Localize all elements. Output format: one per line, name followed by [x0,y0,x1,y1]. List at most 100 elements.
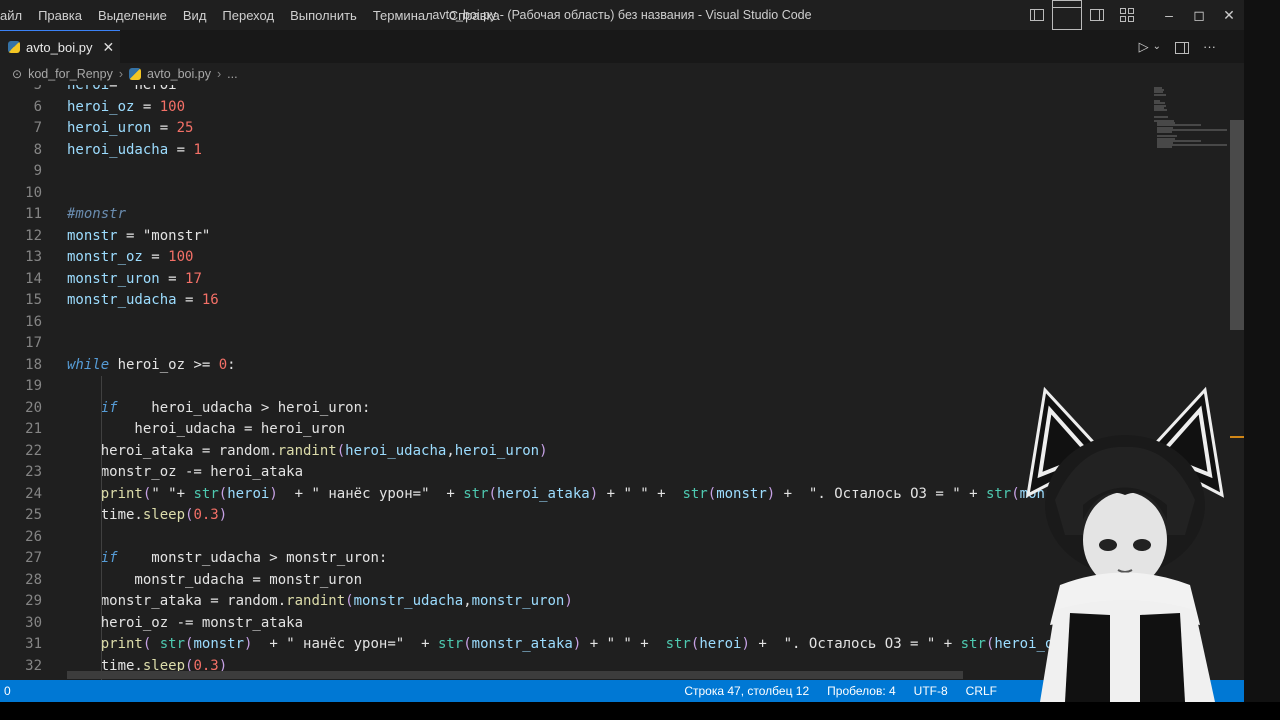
tab-close-icon[interactable]: ✕ [103,39,115,56]
code-token: : [227,356,236,373]
scrollbar-thumb[interactable] [1230,120,1244,330]
code-line[interactable]: 11 #monstr [0,204,1150,226]
code-line[interactable]: 31 print( str(monstr) + " нанёс урон=" +… [0,634,1150,656]
code-token: + [404,636,438,652]
toggle-sidebar-button[interactable] [1022,0,1052,30]
menu-terminal[interactable]: Терминал [365,8,441,23]
minimap-line [1154,109,1167,111]
tab-bar: avto_boi.py ✕ ▷ ⌄ ··· [0,30,1244,63]
status-cursor-position[interactable]: Строка 47, столбец 12 [675,684,818,698]
close-window-button[interactable]: ✕ [1214,0,1244,30]
code-line[interactable]: 5 heroi= "heroi" [0,85,1150,97]
code-line[interactable]: 27 if monstr_udacha > monstr_uron: [0,548,1150,570]
code-line[interactable]: 22 heroi_ataka = random.randint(heroi_ud… [0,441,1150,463]
code-token: ". Осталось ОЗ = " [783,636,936,652]
status-encoding[interactable]: UTF-8 [905,684,957,698]
menu-help[interactable]: Справка [441,8,508,23]
minimap-line [1154,93,1166,96]
menu-go[interactable]: Переход [214,8,282,23]
code-line[interactable]: 26 [0,527,1150,549]
code-token: monstr [716,485,767,502]
code-line[interactable]: 18 while heroi_oz >= 0: [0,355,1150,377]
customize-layout-button[interactable] [1112,0,1142,30]
code-token: = [109,85,127,93]
code-line[interactable]: 23 monstr_oz -= heroi_ataka [0,462,1150,484]
code-token: 25 [176,120,194,136]
code-text: heroi_udacha = heroi_uron [67,419,345,441]
toggle-secondary-sidebar-button[interactable] [1082,0,1112,30]
code-line[interactable]: 24 print(" "+ str(heroi) + " нанёс урон=… [0,484,1150,506]
code-line[interactable]: 20 if heroi_udacha > heroi_uron: [0,398,1150,420]
run-icon[interactable]: ▷ [1139,39,1149,55]
code-text: monstr_udacha = monstr_uron [67,570,362,592]
code-token: #monstr [67,206,127,222]
code-line[interactable]: 10 [0,183,1150,205]
code-line[interactable]: 21 heroi_udacha = heroi_uron [0,419,1150,441]
breadcrumb-file[interactable]: avto_boi.py [147,67,211,81]
toggle-panel-button[interactable] [1052,0,1082,30]
tab-avto-boi[interactable]: avto_boi.py ✕ [0,30,120,63]
code-text: if heroi_udacha > heroi_uron: [67,398,371,420]
run-dropdown-icon[interactable]: ⌄ [1153,41,1161,52]
code-line[interactable]: 19 [0,376,1150,398]
code-line[interactable]: 15 monstr_udacha = 16 [0,290,1150,312]
code-token: 100 [159,98,186,115]
code-token: ) [766,485,776,502]
code-line[interactable]: 13 monstr_oz = 100 [0,247,1150,269]
maximize-button[interactable]: ◻ [1184,0,1214,30]
code-line[interactable]: 7 heroi_uron = 25 [0,118,1150,140]
code-token: " " [623,485,649,502]
screen-border [0,702,1280,720]
line-number: 24 [25,485,42,502]
menu-file[interactable]: айл [0,8,30,23]
window-controls: – ◻ ✕ [1022,0,1244,30]
code-text: if monstr_udacha > monstr_uron: [67,548,388,570]
code-line[interactable]: 9 [0,161,1150,183]
code-token: heroi [699,636,742,652]
split-editor-icon[interactable] [1175,39,1189,54]
menu-selection[interactable]: Выделение [90,8,175,23]
line-number: 5 [33,85,42,93]
code-line[interactable]: 25 time.sleep(0.3) [0,505,1150,527]
code-token: sleep [142,507,186,523]
code-token: + [775,485,809,502]
status-eol[interactable]: CRLF [957,684,1006,698]
code-token: randint [277,442,337,459]
line-number: 10 [25,184,42,201]
code-token: heroi_oz -= monstr_ataka [67,614,304,631]
code-line[interactable]: 12 monstr = "monstr" [0,226,1150,248]
tab-label: avto_boi.py [26,39,93,55]
code-token: "heroi" [126,85,186,93]
code-line[interactable]: 14 monstr_uron = 17 [0,269,1150,291]
menu-view[interactable]: Вид [175,8,215,23]
line-number: 15 [25,292,42,308]
code-line[interactable]: 29 monstr_ataka = random.randint(monstr_… [0,591,1150,613]
indent-guide [101,376,102,680]
code-line[interactable]: 16 [0,312,1150,334]
code-line[interactable]: 28 monstr_udacha = monstr_uron [0,570,1150,592]
code-line[interactable]: 17 [0,333,1150,355]
status-left[interactable]: 0 [4,684,11,698]
minimize-button[interactable]: – [1154,0,1184,30]
code-token: monstr_udacha = monstr_uron [67,571,363,588]
code-token: heroi [67,85,110,93]
code-line[interactable]: 6 heroi_oz = 100 [0,97,1150,119]
line-number: 7 [33,120,42,136]
breadcrumb-folder[interactable]: kod_for_Renpy [28,67,113,81]
menu-edit[interactable]: Правка [30,8,90,23]
code-token: " нанёс урон=" [311,485,430,502]
code-line[interactable]: 8 heroi_udacha = 1 [0,140,1150,162]
code-line[interactable]: 30 heroi_oz -= monstr_ataka [0,613,1150,635]
code-token: monstr_uron [471,593,565,609]
menu-run[interactable]: Выполнить [282,8,365,23]
code-token: monstr_udacha [353,593,464,609]
code-token: ) [218,507,228,523]
code-token: str [682,485,708,502]
breadcrumb-more[interactable]: ... [227,67,237,81]
more-actions-icon[interactable]: ··· [1203,39,1216,54]
status-indentation[interactable]: Пробелов: 4 [818,684,905,698]
python-file-icon [8,41,20,53]
code-token: monstr_udacha > monstr_uron: [117,550,388,566]
line-number: 14 [25,270,42,287]
horizontal-scrollbar[interactable] [67,671,963,679]
